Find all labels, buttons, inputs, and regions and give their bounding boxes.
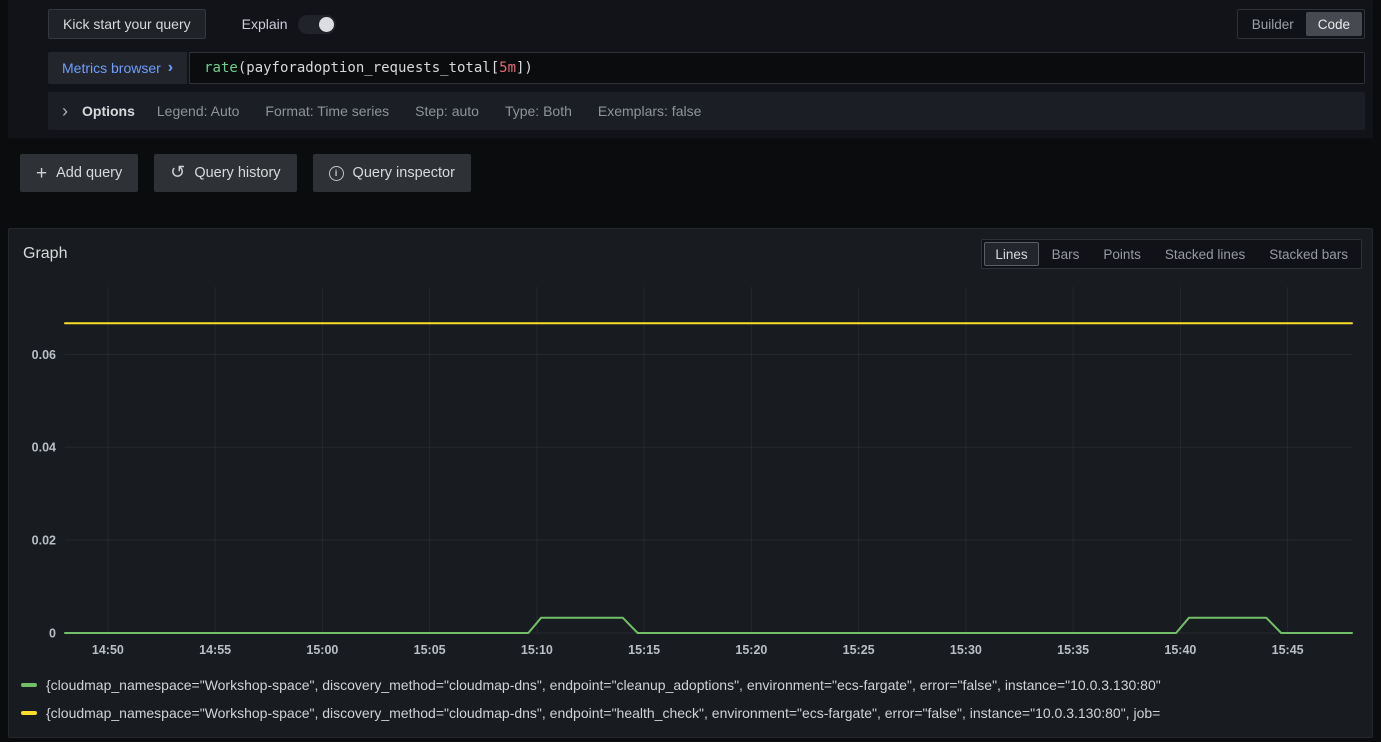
option-summary-item: Legend: Auto [157,103,240,119]
y-axis-tick-label: 0 [49,627,56,641]
options-collapsed-row[interactable]: › Options Legend: Auto Format: Time serie… [48,92,1365,130]
chevron-right-icon: › [62,102,68,120]
explain-toggle[interactable] [298,15,336,34]
query-duration-token: 5m [499,60,516,76]
x-axis-tick-label: 15:20 [735,643,767,657]
info-circle-icon: i [329,166,344,181]
chevron-right-icon: › [168,60,173,76]
query-history-label: Query history [194,165,280,181]
builder-mode-button[interactable]: Builder [1240,12,1306,36]
explore-page: Kick start your query Explain Builder Co… [0,0,1381,738]
options-summary: Legend: Auto Format: Time series Step: aut… [157,103,701,119]
y-axis-tick-label: 0.06 [32,348,56,362]
metrics-browser-label: Metrics browser [62,60,161,76]
query-history-button[interactable]: ↺ Query history [154,154,296,192]
x-axis-tick-label: 15:15 [628,643,660,657]
kick-start-query-button[interactable]: Kick start your query [48,9,206,39]
viz-mode-points[interactable]: Points [1092,242,1152,266]
query-actions-row: + Add query ↺ Query history i Query insp… [8,138,1373,208]
query-inspector-button[interactable]: i Query inspector [313,154,471,192]
x-axis-tick-label: 15:45 [1272,643,1304,657]
x-axis-tick-label: 14:50 [92,643,124,657]
viz-mode-stacked-lines[interactable]: Stacked lines [1154,242,1256,266]
plus-icon: + [36,164,47,183]
query-row: Metrics browser › rate(payforadoption_re… [48,52,1365,84]
toggle-knob-icon [319,17,334,32]
query-inspector-label: Query inspector [353,165,455,181]
options-title: Options [82,103,135,119]
legend-item[interactable]: {cloudmap_namespace="Workshop-space", di… [21,699,1362,727]
graph-canvas[interactable]: 0 0.02 0.04 0.06 14:50 14:55 15:00 15:05 15:10 15… [17,273,1364,669]
x-axis-tick-label: 15:10 [521,643,553,657]
series-line-cleanup_adoptions[interactable] [65,618,1352,633]
graph-panel: Graph LinesBarsPointsStacked linesStacke… [8,228,1373,738]
viz-mode-bars[interactable]: Bars [1041,242,1091,266]
x-axis-tick-label: 15:35 [1057,643,1089,657]
explain-label: Explain [242,16,288,32]
query-function-token: rate [204,60,238,76]
panel-title: Graph [23,245,67,263]
viz-mode-picker: LinesBarsPointsStacked linesStacked bars [981,239,1362,269]
option-summary-item: Step: auto [415,103,479,119]
x-axis-tick-label: 15:25 [843,643,875,657]
x-axis-tick-label: 15:30 [950,643,982,657]
viz-mode-lines[interactable]: Lines [984,242,1038,266]
option-summary-item: Type: Both [505,103,572,119]
legend-series-label: {cloudmap_namespace="Workshop-space", di… [46,705,1160,721]
legend-series-label: {cloudmap_namespace="Workshop-space", di… [46,677,1161,693]
graph-legend: {cloudmap_namespace="Workshop-space", di… [9,669,1372,737]
metrics-browser-button[interactable]: Metrics browser › [48,52,187,84]
legend-series-swatch [21,711,37,715]
promql-query-input[interactable]: rate(payforadoption_requests_total[5m]) [189,52,1365,84]
legend-item[interactable]: {cloudmap_namespace="Workshop-space", di… [21,671,1362,699]
viz-mode-stacked-bars[interactable]: Stacked bars [1258,242,1359,266]
editor-mode-switcher: Builder Code [1237,9,1365,39]
add-query-button[interactable]: + Add query [20,154,138,192]
query-body-token: (payforadoption_requests_total[ [238,60,499,76]
code-mode-button[interactable]: Code [1306,12,1362,36]
legend-series-swatch [21,683,37,687]
x-axis-tick-label: 14:55 [199,643,231,657]
x-axis-tick-label: 15:05 [414,643,446,657]
query-editor-toolbar: Kick start your query Explain Builder Co… [48,8,1365,40]
x-axis-tick-label: 15:00 [306,643,338,657]
option-summary-item: Exemplars: false [598,103,701,119]
query-close-token: ]) [516,60,533,76]
query-editor-panel: Kick start your query Explain Builder Co… [8,0,1373,138]
add-query-label: Add query [56,165,122,181]
history-icon: ↺ [170,163,185,181]
option-summary-item: Format: Time series [265,103,389,119]
y-axis-tick-label: 0.02 [32,534,56,548]
y-axis-tick-label: 0.04 [32,441,56,455]
x-axis-tick-label: 15:40 [1164,643,1196,657]
graph-panel-header: Graph LinesBarsPointsStacked linesStacke… [9,229,1372,273]
